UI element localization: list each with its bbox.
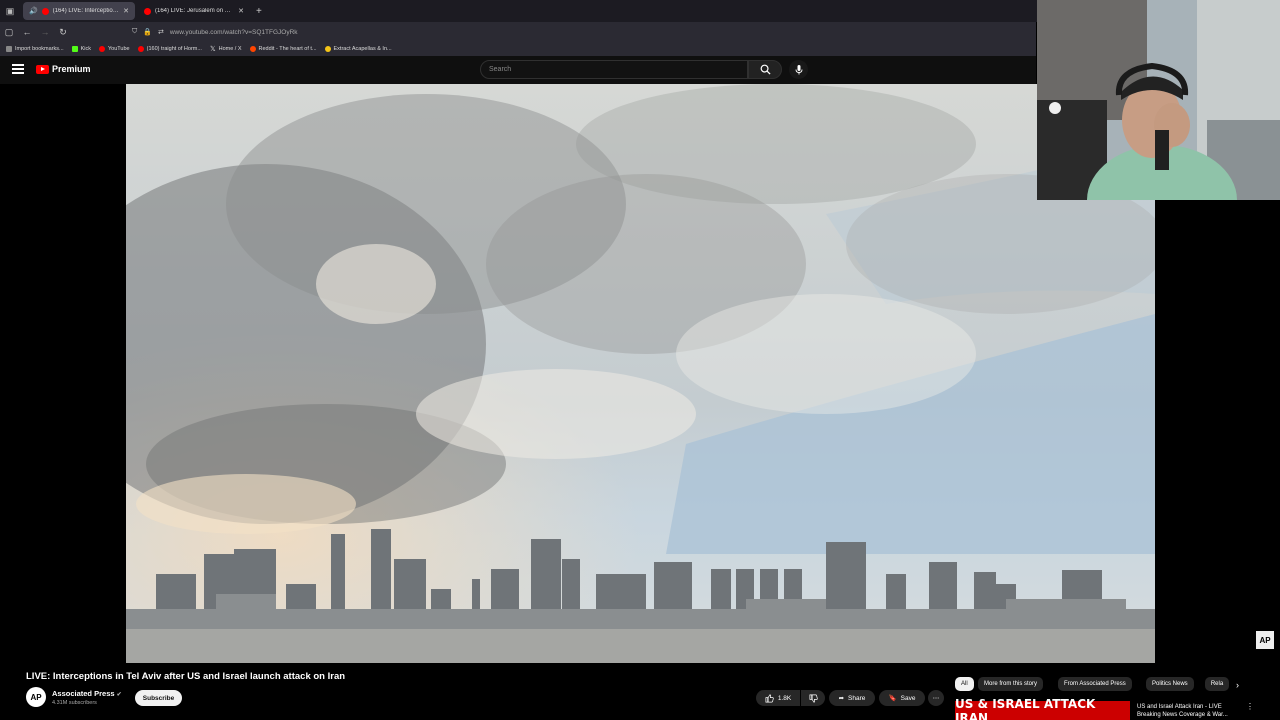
bookmark-item[interactable]: 𝕏 Home / X xyxy=(210,45,242,53)
more-actions-button[interactable]: ⋯ xyxy=(928,690,944,706)
channel-name[interactable]: Associated Press ✔ xyxy=(52,689,122,698)
lock-icon[interactable]: 🔒 xyxy=(143,28,152,36)
youtube-icon xyxy=(99,46,105,52)
permissions-icon[interactable]: ⇄ xyxy=(158,28,164,36)
search-input[interactable]: Search xyxy=(480,60,748,79)
browser-tab-2[interactable]: (164) LIVE: Jerusalem on Alert a ✕ xyxy=(138,2,250,20)
chip-related[interactable]: Rela xyxy=(1205,677,1229,691)
webcam-image xyxy=(1037,0,1280,200)
channel-avatar[interactable]: AP xyxy=(26,687,46,707)
address-bar[interactable]: ⛉ 🔒 ⇄ www.youtube.com/watch?v=SQ1TFGJOyR… xyxy=(132,24,1022,40)
thumbs-down-icon xyxy=(809,694,818,703)
bookmark-label: Import bookmarks... xyxy=(15,46,64,52)
bookmark-label: Kick xyxy=(80,46,91,52)
video-frame-skyline xyxy=(126,84,1155,663)
thumbs-up-icon xyxy=(765,693,774,702)
subscriber-count: 4.31M subscribers xyxy=(52,700,97,706)
bookmark-item[interactable]: Import bookmarks... xyxy=(6,46,64,52)
url-text[interactable]: www.youtube.com/watch?v=SQ1TFGJOyRk xyxy=(170,29,298,36)
bookmark-label: Extract Acapellas & In... xyxy=(333,46,392,52)
chip-all[interactable]: All xyxy=(955,677,974,691)
bookmark-label: (160) traight of Horm... xyxy=(146,46,202,52)
share-icon: ➦ xyxy=(838,695,845,702)
recommendation-title[interactable]: US and Israel Attack Iran - LIVE Breakin… xyxy=(1137,703,1245,719)
tab-view-icon[interactable]: ▢ xyxy=(0,27,18,38)
chip-politics-news[interactable]: Politics News xyxy=(1146,677,1194,691)
browser-tab-1[interactable]: 🔊 (164) LIVE: Interceptions in ✕ xyxy=(23,2,135,20)
youtube-favicon-icon xyxy=(144,7,151,15)
more-vertical-icon[interactable]: ⋮ xyxy=(1246,702,1254,711)
bookmark-item[interactable]: Reddit - The heart of t... xyxy=(249,46,317,52)
bookmark-label: Home / X xyxy=(218,46,242,52)
youtube-play-icon xyxy=(36,64,49,74)
chip-from-associated-press[interactable]: From Associated Press xyxy=(1058,677,1132,691)
bookmark-icon xyxy=(6,46,12,52)
bookmark-item[interactable]: Extract Acapellas & In... xyxy=(324,46,392,52)
close-tab-icon[interactable]: ✕ xyxy=(123,7,129,15)
channel-name-text[interactable]: Associated Press xyxy=(52,689,115,698)
speaker-icon[interactable]: 🔊 xyxy=(29,7,38,15)
shield-icon[interactable]: ⛉ xyxy=(132,28,137,36)
webcam-overlay xyxy=(1037,0,1280,200)
share-label: Share xyxy=(848,694,866,702)
sidebar-toggle-icon[interactable]: ▣ xyxy=(0,0,20,22)
search-button[interactable] xyxy=(748,60,782,79)
forward-icon[interactable]: → xyxy=(36,27,54,37)
reload-icon[interactable]: ↻ xyxy=(54,27,72,38)
x-icon: 𝕏 xyxy=(209,46,216,53)
tab-label: (164) LIVE: Interceptions in xyxy=(52,8,120,14)
like-count: 1.8K xyxy=(777,694,792,702)
bookmark-label: Reddit - The heart of t... xyxy=(258,46,317,52)
share-button[interactable]: ➦ Share xyxy=(829,690,875,706)
dislike-button[interactable] xyxy=(801,690,825,706)
voice-search-button[interactable] xyxy=(789,60,808,79)
video-player[interactable] xyxy=(126,84,1155,663)
menu-icon[interactable] xyxy=(12,64,24,74)
new-tab-icon[interactable]: + xyxy=(256,6,262,17)
bookmarks-bar: Import bookmarks... Kick YouTube (160) t… xyxy=(0,42,1036,56)
youtube-logo[interactable]: Premium xyxy=(36,64,91,74)
save-label: Save xyxy=(900,694,916,702)
ap-logo-watermark: AP xyxy=(1256,631,1274,649)
reddit-icon xyxy=(249,46,256,52)
save-button[interactable]: 🔖 Save xyxy=(879,690,925,706)
kick-icon xyxy=(71,46,78,52)
verified-icon: ✔ xyxy=(116,692,122,698)
microphone-icon xyxy=(795,64,802,74)
bookmark-item[interactable]: YouTube xyxy=(99,46,130,52)
chip-more-from-story[interactable]: More from this story xyxy=(978,677,1044,691)
more-horizontal-icon: ⋯ xyxy=(932,695,940,702)
bookmark-item[interactable]: Kick xyxy=(71,46,91,52)
close-tab-icon[interactable]: ✕ xyxy=(238,7,244,15)
subscribe-button[interactable]: Subscribe xyxy=(135,690,182,706)
recommendation-thumbnail[interactable]: US & ISRAEL ATTACK IRAN xyxy=(955,697,1130,720)
like-button[interactable]: 1.8K xyxy=(756,690,800,706)
youtube-favicon-icon xyxy=(41,7,49,15)
bookmark-icon: 🔖 xyxy=(888,695,897,702)
browser-nav-bar: ▢ ← → ↻ ⛉ 🔒 ⇄ www.youtube.com/watch?v=SQ… xyxy=(0,22,1036,42)
youtube-icon xyxy=(137,46,144,52)
logo-text: Premium xyxy=(52,64,91,74)
bookmark-label: YouTube xyxy=(108,46,130,52)
bookmark-item[interactable]: (160) traight of Horm... xyxy=(137,46,202,52)
search-icon xyxy=(760,64,771,75)
video-title: LIVE: Interceptions in Tel Aviv after US… xyxy=(26,671,346,682)
back-icon[interactable]: ← xyxy=(18,27,36,37)
chevron-right-icon[interactable]: › xyxy=(1236,680,1239,690)
extract-icon xyxy=(324,46,331,52)
tab-label: (164) LIVE: Jerusalem on Alert a xyxy=(155,8,235,14)
